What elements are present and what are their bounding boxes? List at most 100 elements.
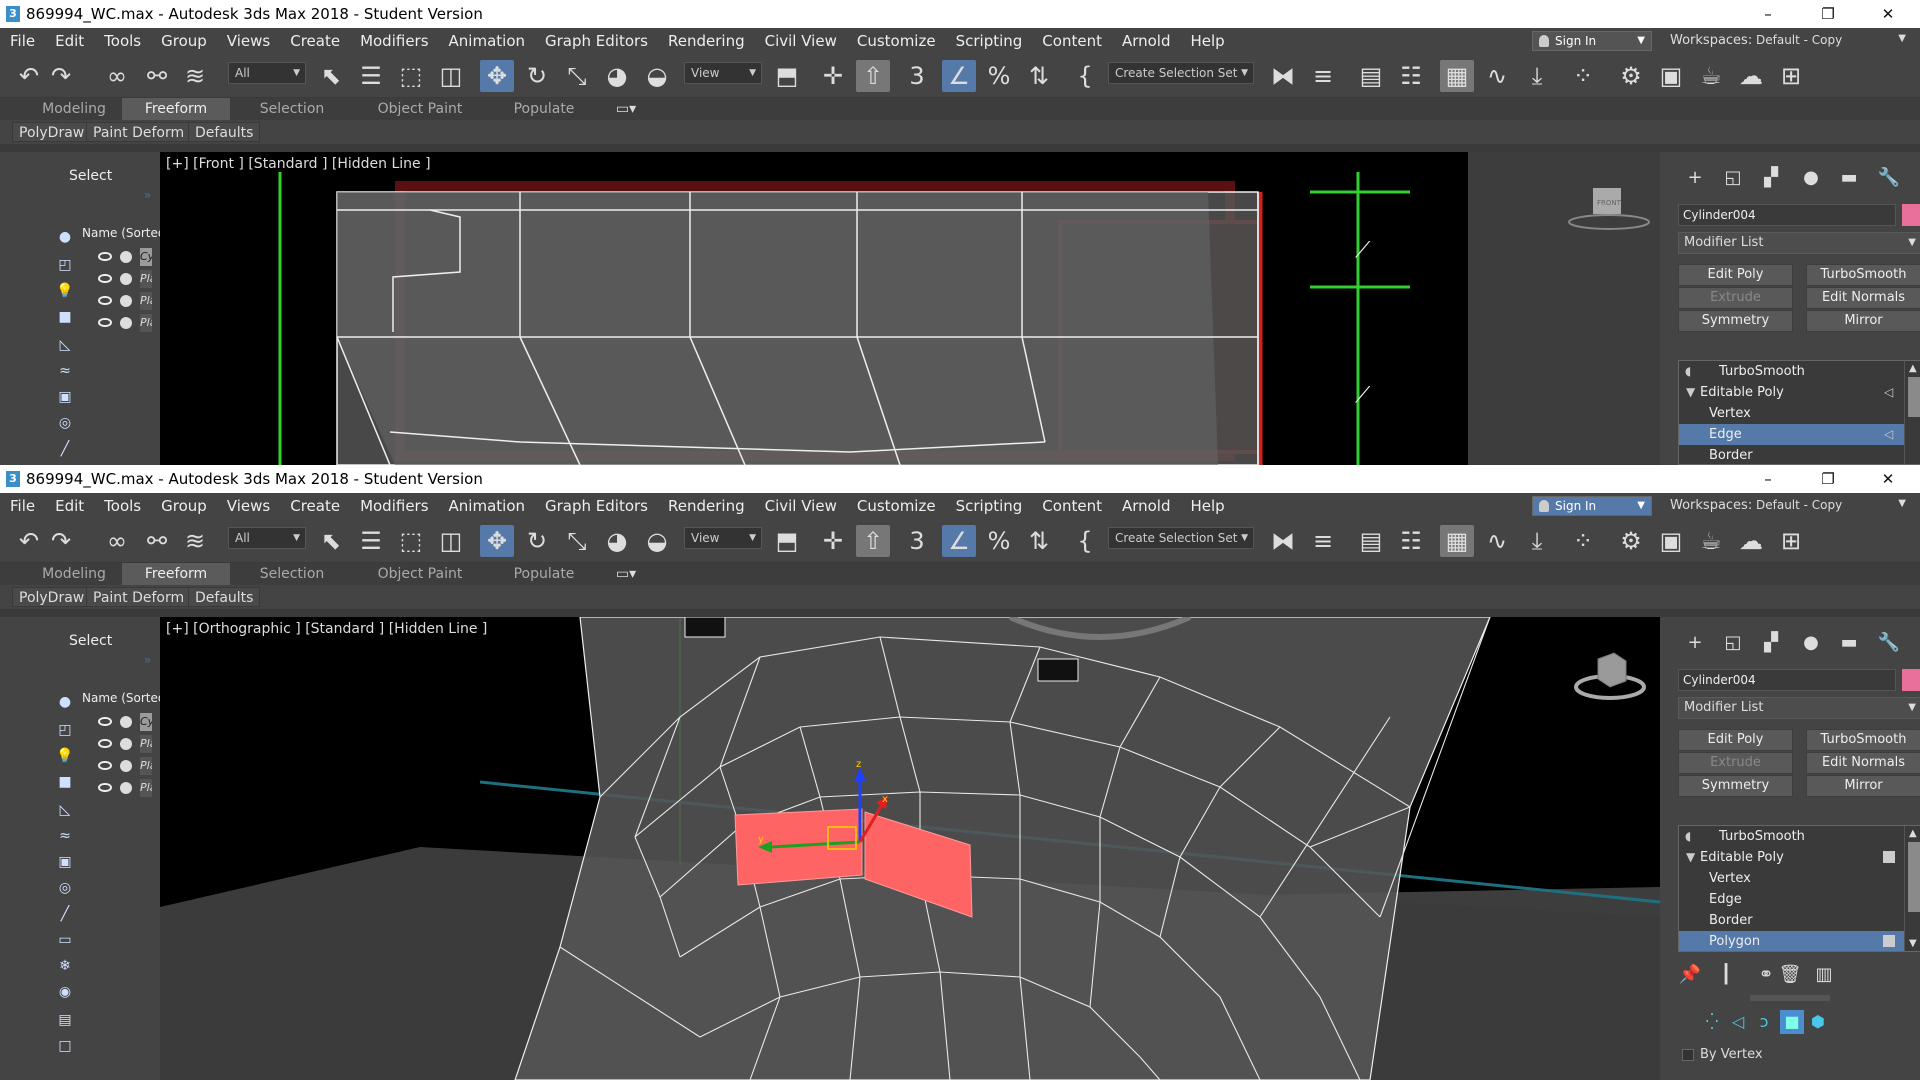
turbosmooth-button[interactable]: TurboSmooth [1806,729,1920,751]
object-name-field[interactable]: Cylinder004 [1678,204,1896,226]
display-tab-icon[interactable]: ▬ [1832,629,1866,657]
align-icon[interactable]: ≡ [1306,60,1340,92]
keyboard-shortcut-icon[interactable]: ⇧ [856,525,890,557]
edit-normals-button[interactable]: Edit Normals [1806,287,1920,309]
object-color-swatch[interactable] [1902,669,1920,691]
redo-icon[interactable]: ↷ [44,60,78,92]
visibility-eye-icon[interactable] [98,318,112,327]
stack-item-turbosmooth[interactable]: ◖ TurboSmooth [1679,361,1905,382]
tab-modeling[interactable]: Modeling [12,563,136,585]
make-unique-icon[interactable]: ⚭ [1754,963,1778,987]
tab-freeform[interactable]: Freeform [122,98,230,120]
select-and-manipulate-icon[interactable]: ✛ [816,525,850,557]
a360-gallery-icon[interactable]: ⊞ [1774,60,1808,92]
percent-snap-icon[interactable]: % [982,525,1016,557]
collapse-triangle-icon[interactable]: ▼ [1686,382,1695,403]
menu-rendering[interactable]: Rendering [658,497,755,515]
object-row[interactable]: Plane003 [98,314,158,334]
subtab-defaults[interactable]: Defaults [188,122,261,142]
viewport-front[interactable]: ⟋ ⟋ [+] [Front ] [Standard ] [Hidden Lin… [160,152,1468,465]
angle-snap-icon[interactable]: ∠ [942,60,976,92]
menu-create[interactable]: Create [280,32,350,50]
tab-object-paint[interactable]: Object Paint [360,98,480,120]
turbosmooth-button[interactable]: TurboSmooth [1806,264,1920,286]
modifier-list-dropdown[interactable]: Modifier List ▼ [1678,697,1920,719]
object-color-swatch[interactable] [1902,204,1920,226]
layer-explorer-icon[interactable]: ☷ [1394,60,1428,92]
display-tab-icon[interactable]: ▬ [1832,164,1866,192]
select-rotate-icon[interactable]: ↻ [520,525,554,557]
minimize-button[interactable]: – [1740,0,1796,28]
menu-animation[interactable]: Animation [439,497,535,515]
subtab-paint-deform[interactable]: Paint Deform [86,122,192,142]
object-name-field[interactable]: Cylinder004 [1678,669,1896,691]
menu-modifiers[interactable]: Modifiers [350,32,438,50]
stack-scrollbar[interactable]: ▲ ▼ [1904,826,1920,951]
render-online-icon[interactable]: ☁ [1734,525,1768,557]
window-crossing-icon[interactable]: ◫ [434,525,468,557]
checkbox-box[interactable] [1682,1048,1694,1061]
subtab-defaults[interactable]: Defaults [188,587,261,607]
selection-filter-dropdown[interactable]: All ▼ [228,527,306,549]
window-crossing-icon[interactable]: ◫ [434,60,468,92]
menu-graph-editors[interactable]: Graph Editors [535,32,658,50]
close-button[interactable]: ✕ [1860,465,1916,493]
edit-poly-button[interactable]: Edit Poly [1678,729,1793,751]
restore-button[interactable]: ❐ [1800,465,1856,493]
ribbon-options-icon[interactable]: ▭▾ [612,563,640,585]
menu-civil-view[interactable]: Civil View [755,32,847,50]
geometry-filter-icon[interactable]: ● [54,226,76,248]
select-place-icon[interactable]: ◕ [600,60,634,92]
menu-tools[interactable]: Tools [94,497,151,515]
menu-scripting[interactable]: Scripting [946,497,1033,515]
edit-named-selection-icon[interactable]: { [1068,60,1102,92]
shapes-filter-icon[interactable]: ◰ [54,254,76,276]
undo-icon[interactable]: ↶ [12,60,46,92]
named-selection-dropdown[interactable]: Create Selection Set ▼ [1108,527,1254,549]
frozen-filter-icon[interactable]: ❄ [54,955,76,977]
freeze-dot-icon[interactable] [120,273,132,285]
rendered-frame-icon[interactable]: ▣ [1654,525,1688,557]
visibility-eye-icon[interactable] [98,252,112,261]
menu-file[interactable]: File [0,497,45,515]
scroll-up-icon[interactable]: ▲ [1909,363,1917,374]
stack-scrollbar[interactable]: ▲ [1904,361,1920,464]
menu-civil-view[interactable]: Civil View [755,497,847,515]
edit-named-selection-icon[interactable]: { [1068,525,1102,557]
edit-poly-button[interactable]: Edit Poly [1678,264,1793,286]
toggle-ribbon-icon[interactable]: ▦ [1440,60,1474,92]
show-end-result-icon[interactable]: ┃ [1714,963,1738,987]
lights-filter-icon[interactable]: 💡 [54,280,76,302]
extrude-button[interactable]: Extrude [1678,287,1793,309]
pin-stack-icon[interactable]: 📌 [1678,963,1702,987]
close-button[interactable]: ✕ [1860,0,1916,28]
use-pivot-icon[interactable]: ⬒ [770,60,804,92]
bind-space-warp-icon[interactable]: ≋ [178,60,212,92]
tab-freeform[interactable]: Freeform [122,563,230,585]
angle-snap-icon[interactable]: ∠ [942,525,976,557]
a360-gallery-icon[interactable]: ⊞ [1774,525,1808,557]
tab-object-paint[interactable]: Object Paint [360,563,480,585]
border-level-icon[interactable]: ↄ [1752,1010,1776,1034]
schematic-view-icon[interactable]: ⤓ [1520,60,1554,92]
cameras-filter-icon[interactable]: ■ [54,306,76,328]
render-online-icon[interactable]: ☁ [1734,60,1768,92]
stack-item-vertex[interactable]: Vertex [1679,403,1905,424]
menu-group[interactable]: Group [151,497,217,515]
scene-explorer-icon[interactable]: ▤ [1354,525,1388,557]
stack-item-edge[interactable]: Edge ◁ [1679,424,1905,445]
freeze-dot-icon[interactable] [120,295,132,307]
subtab-paint-deform[interactable]: Paint Deform [86,587,192,607]
menu-animation[interactable]: Animation [439,32,535,50]
object-row[interactable]: Plane002 [98,292,158,312]
display-all-icon[interactable]: ▤ [54,1009,76,1031]
reference-coord-dropdown[interactable]: View ▼ [684,527,762,549]
stack-item-polygon[interactable]: Polygon [1679,931,1905,951]
vertex-level-icon[interactable]: ⁛ [1700,1010,1724,1034]
undo-icon[interactable]: ↶ [12,525,46,557]
select-move-icon[interactable]: ✥ [480,525,514,557]
snaps-toggle-icon[interactable]: 3 [900,60,934,92]
menu-file[interactable]: File [0,32,45,50]
xrefs-filter-icon[interactable]: ◎ [54,877,76,899]
configure-modifier-sets-icon[interactable]: ▥ [1812,963,1836,987]
